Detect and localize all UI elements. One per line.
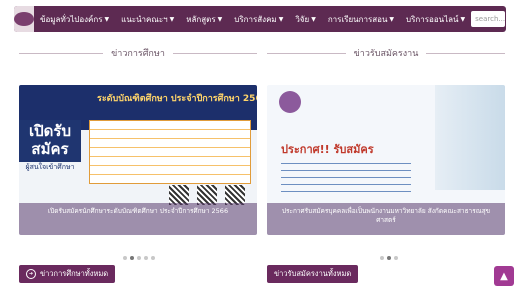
slide-caption[interactable]: เปิดรับสมัครนักศึกษาระดับบัณฑิตศึกษา ประ… xyxy=(19,203,257,235)
site-logo[interactable] xyxy=(14,6,34,32)
caret-down-icon: ▼ xyxy=(311,15,316,23)
doctor-photo xyxy=(435,85,505,190)
carousel-dot[interactable] xyxy=(144,256,148,260)
all-education-news-button[interactable]: ➜ ข่าวการศึกษาทั้งหมด xyxy=(19,265,116,283)
announcement-text-image xyxy=(281,157,411,197)
carousel-dot-active[interactable] xyxy=(387,256,391,260)
nav-item-research[interactable]: วิจัย ▼ xyxy=(289,13,322,26)
caret-down-icon: ▼ xyxy=(104,15,110,23)
nav-item-services[interactable]: บริการสังคม ▼ xyxy=(228,13,289,26)
carousel-dot[interactable] xyxy=(394,256,398,260)
carousel-dot[interactable] xyxy=(137,256,141,260)
program-table-image xyxy=(89,120,251,184)
job-news-slide[interactable]: ประกาศ!! รับสมัคร ประกาศรับสมัครบุคคลเพื… xyxy=(267,85,505,235)
page: ข้อมูลทั่วไปองค์กร ▼ แนะนำคณะฯ ▼ หลักสูตร ▼… xyxy=(0,0,520,295)
scroll-to-top-button[interactable]: ▲ xyxy=(494,266,514,286)
job-news-heading: ข่าวรับสมัครงาน xyxy=(267,46,505,60)
open-admission-text: เปิดรับสมัคร xyxy=(19,120,81,162)
qr-code-icon xyxy=(197,185,217,205)
nav-item-online[interactable]: บริการออนไลน์ ▼ xyxy=(400,13,471,26)
education-news-heading: ข่าวการศึกษา xyxy=(19,46,257,60)
qr-code-icon xyxy=(169,185,189,205)
nav-item-label: วิจัย xyxy=(295,14,310,24)
education-news-slide[interactable]: ระดับบัณฑิตศึกษา ประจำปีการศึกษา 2566 เป… xyxy=(19,85,257,235)
caret-down-icon: ▼ xyxy=(278,15,284,23)
circle-arrow-icon: ➜ xyxy=(26,269,36,279)
chevron-up-icon: ▲ xyxy=(500,270,508,282)
all-job-news-button[interactable]: ข่าวรับสมัครงานทั้งหมด xyxy=(267,265,359,283)
carousel-dot[interactable] xyxy=(151,256,155,260)
button-label: ข่าวการศึกษาทั้งหมด xyxy=(40,269,109,278)
divider xyxy=(426,52,505,54)
section-title: ข่าวการศึกษา xyxy=(111,49,165,59)
logo-icon xyxy=(14,12,34,26)
caret-down-icon: ▼ xyxy=(217,15,223,23)
caret-down-icon: ▼ xyxy=(389,15,395,23)
nav-item-label: การเรียนการสอน xyxy=(327,14,388,24)
divider xyxy=(19,52,104,54)
open-admission-subtext: ผู้สนใจเข้าศึกษา xyxy=(25,163,75,171)
education-carousel-dots xyxy=(123,256,155,260)
main-navbar: ข้อมูลทั่วไปองค์กร ▼ แนะนำคณะฯ ▼ หลักสูตร ▼… xyxy=(14,6,506,32)
caret-down-icon: ▼ xyxy=(169,15,175,23)
banner-heading: ประกาศ!! รับสมัคร xyxy=(281,143,374,156)
nav-item-teaching[interactable]: การเรียนการสอน ▼ xyxy=(322,13,400,26)
nav-item-label: บริการสังคม xyxy=(234,14,277,24)
carousel-dot[interactable] xyxy=(123,256,127,260)
carousel-dot[interactable] xyxy=(380,256,384,260)
caret-down-icon: ▼ xyxy=(460,15,466,23)
section-title: ข่าวรับสมัครงาน xyxy=(353,49,419,59)
divider xyxy=(267,52,346,54)
search-input[interactable]: search... xyxy=(471,11,506,27)
banner-heading: ระดับบัณฑิตศึกษา ประจำปีการศึกษา 2566 xyxy=(97,94,257,104)
nav-item-about[interactable]: ข้อมูลทั่วไปองค์กร ▼ xyxy=(34,13,115,26)
nav-item-programs[interactable]: หลักสูตร ▼ xyxy=(180,13,228,26)
button-label: ข่าวรับสมัครงานทั้งหมด xyxy=(274,269,352,278)
divider xyxy=(172,52,257,54)
nav-item-label: หลักสูตร xyxy=(186,14,216,24)
job-carousel-dots xyxy=(380,256,398,260)
nav-item-label: ข้อมูลทั่วไปองค์กร xyxy=(40,14,103,24)
nav-item-faculty[interactable]: แนะนำคณะฯ ▼ xyxy=(115,13,180,26)
slide-caption[interactable]: ประกาศรับสมัครบุคคลเพื่อเป็นพนักงานมหาวิ… xyxy=(267,203,505,235)
qr-code-icon xyxy=(225,185,245,205)
nav-item-label: แนะนำคณะฯ xyxy=(121,14,168,24)
announcement-badge-icon xyxy=(279,91,301,113)
nav-item-label: บริการออนไลน์ xyxy=(406,14,459,24)
carousel-dot-active[interactable] xyxy=(130,256,134,260)
